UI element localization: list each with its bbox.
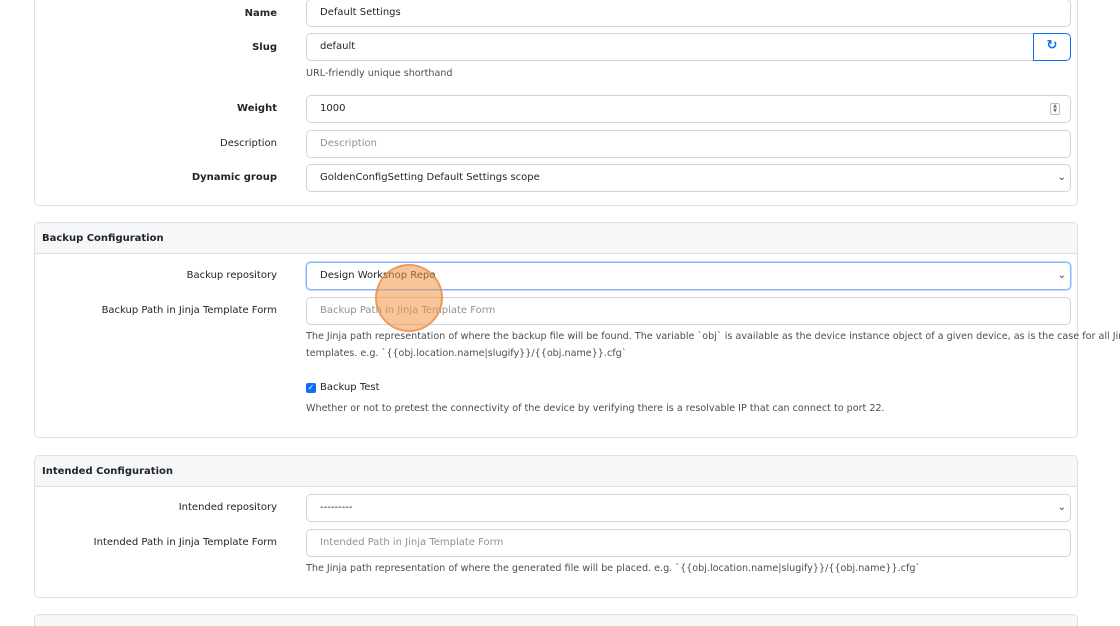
slug-regenerate-button[interactable]: ↻ <box>1033 33 1071 61</box>
weight-label: Weight <box>237 103 277 114</box>
name-input[interactable]: Default Settings <box>306 0 1071 27</box>
slug-input[interactable]: default <box>306 33 1033 61</box>
intended-configuration-panel: Intended Configuration Intended reposito… <box>34 455 1078 598</box>
dynamic-group-label: Dynamic group <box>191 172 277 183</box>
weight-input[interactable]: 1000 ▲ ▼ <box>306 95 1071 123</box>
backup-repository-select[interactable]: Design Workshop Repo ⌄ <box>306 262 1071 290</box>
backup-panel-heading: Backup Configuration <box>35 223 1077 254</box>
settings-form-page: Name Default Settings Slug default ↻ URL… <box>0 0 1120 626</box>
name-label: Name <box>244 8 277 19</box>
chevron-down-icon: ⌄ <box>1057 270 1066 281</box>
next-panel <box>34 614 1078 626</box>
intended-path-input[interactable]: Intended Path in Jinja Template Form <box>306 529 1071 557</box>
intended-repository-label: Intended repository <box>178 502 277 513</box>
backup-test-label: Backup Test <box>320 382 380 393</box>
intended-panel-heading: Intended Configuration <box>35 456 1077 487</box>
dynamic-group-value: GoldenConfigSetting Default Settings sco… <box>320 172 540 183</box>
intended-repository-value: --------- <box>320 502 353 513</box>
backup-path-input[interactable]: Backup Path in Jinja Template Form <box>306 297 1071 325</box>
description-input[interactable]: Description <box>306 130 1071 158</box>
backup-path-label: Backup Path in Jinja Template Form <box>101 305 277 316</box>
chevron-down-icon: ⌄ <box>1057 502 1066 513</box>
backup-test-help: Whether or not to pretest the connectivi… <box>306 403 885 414</box>
intended-path-label: Intended Path in Jinja Template Form <box>93 537 277 548</box>
refresh-icon: ↻ <box>1046 38 1058 53</box>
backup-repository-value: Design Workshop Repo <box>320 270 436 281</box>
intended-path-help: The Jinja path representation of where t… <box>306 563 921 574</box>
description-label: Description <box>220 138 277 149</box>
slug-label: Slug <box>252 42 277 53</box>
backup-test-checkbox[interactable]: ✓ <box>306 383 316 393</box>
chevron-down-icon: ⌄ <box>1057 172 1066 183</box>
dynamic-group-select[interactable]: GoldenConfigSetting Default Settings sco… <box>306 164 1071 192</box>
weight-spinner[interactable]: ▲ ▼ <box>1050 103 1060 115</box>
general-panel: Name Default Settings Slug default ↻ URL… <box>34 0 1078 206</box>
backup-path-help-line1: The Jinja path representation of where t… <box>306 331 1120 342</box>
backup-path-help-line2: templates. e.g. `{{obj.location.name|slu… <box>306 348 627 359</box>
backup-configuration-panel: Backup Configuration Backup repository D… <box>34 222 1120 438</box>
slug-help-text: URL-friendly unique shorthand <box>306 68 453 79</box>
intended-repository-select[interactable]: --------- ⌄ <box>306 494 1071 522</box>
weight-value: 1000 <box>320 103 346 114</box>
backup-repository-label: Backup repository <box>186 270 277 281</box>
